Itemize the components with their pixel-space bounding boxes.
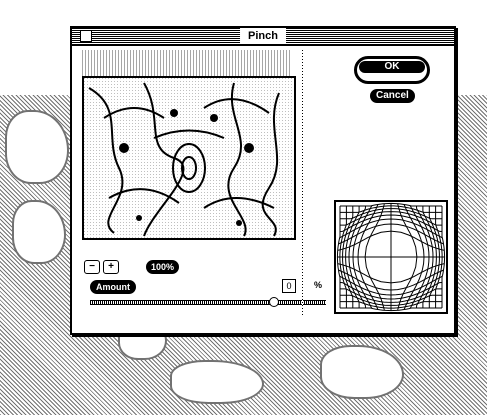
- ok-button-label: OK: [359, 61, 425, 73]
- zoom-level: 100%: [146, 260, 180, 274]
- pinch-grid-preview: [334, 200, 448, 314]
- zoom-controls: − + 100%: [84, 260, 180, 274]
- title-bar[interactable]: Pinch: [72, 28, 454, 46]
- ok-button[interactable]: OK: [354, 56, 430, 84]
- zoom-out-button[interactable]: −: [84, 260, 100, 274]
- preview-artwork: [84, 78, 294, 238]
- amount-slider-thumb[interactable]: [269, 297, 280, 307]
- cancel-button[interactable]: Cancel: [370, 89, 415, 103]
- zoom-in-button[interactable]: +: [103, 260, 119, 274]
- pinch-dialog: Pinch − + 100% Amount 0 % OK Cancel: [70, 26, 456, 335]
- amount-unit: %: [314, 280, 323, 290]
- amount-slider[interactable]: [90, 297, 326, 307]
- preview-dither-strip: [82, 50, 292, 76]
- filter-preview-image[interactable]: [82, 76, 296, 240]
- amount-input[interactable]: 0: [282, 279, 296, 293]
- close-box[interactable]: [80, 30, 92, 42]
- dialog-title: Pinch: [240, 28, 286, 44]
- pane-divider: [302, 50, 303, 315]
- pinch-grid-graphic: [336, 202, 446, 312]
- amount-label: Amount: [90, 280, 136, 294]
